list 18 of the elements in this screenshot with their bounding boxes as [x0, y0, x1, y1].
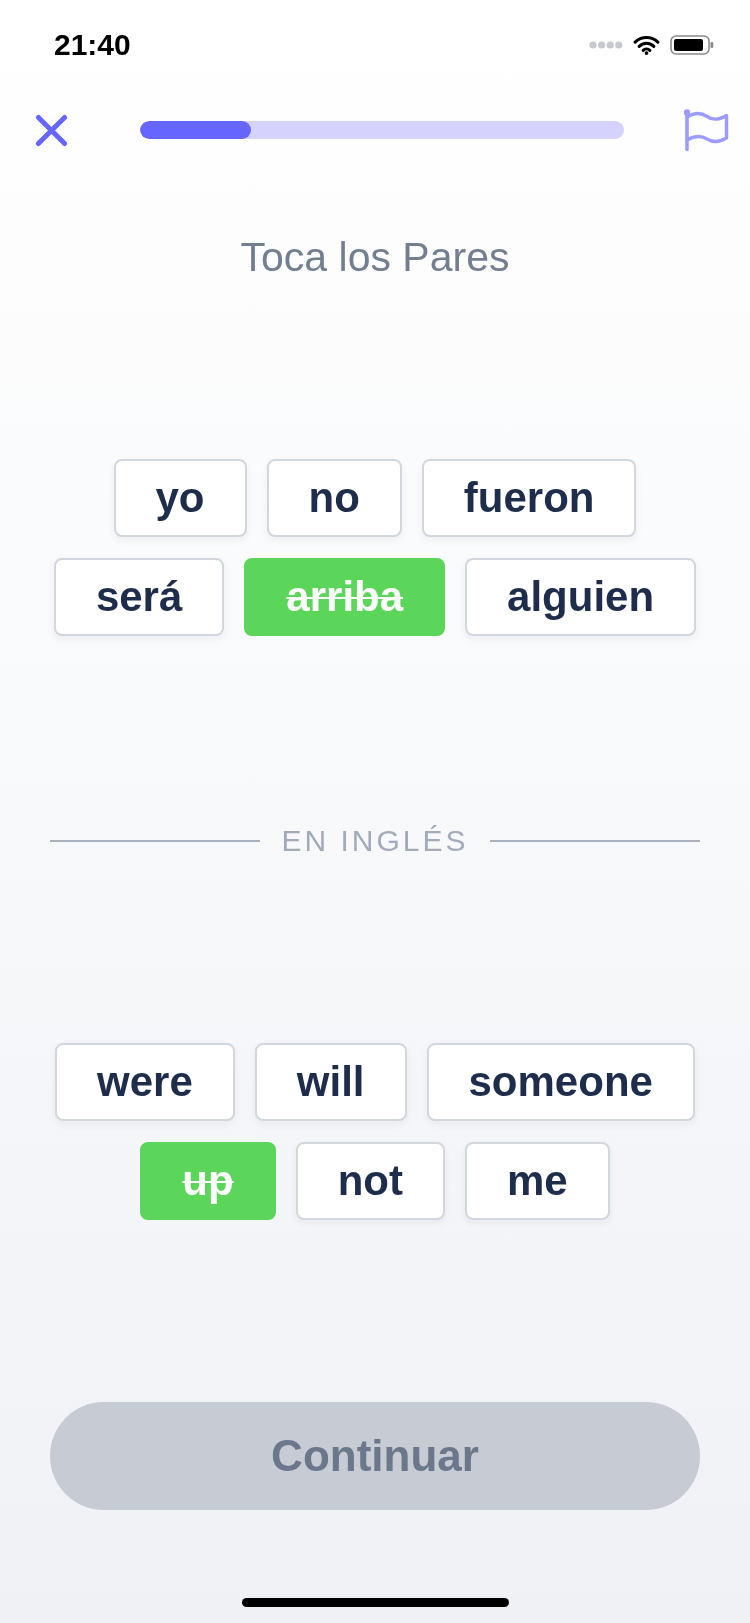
- word-tile[interactable]: me: [464, 1142, 610, 1220]
- close-icon[interactable]: [35, 113, 68, 147]
- wifi-icon: [633, 35, 660, 55]
- word-tile[interactable]: will: [254, 1043, 407, 1121]
- status-time: 21:40: [54, 30, 131, 60]
- word-tile[interactable]: no: [266, 459, 402, 537]
- word-tile[interactable]: yo: [113, 459, 247, 537]
- word-tile[interactable]: fueron: [421, 459, 637, 537]
- divider-label: EN INGLÉS: [281, 826, 469, 856]
- flag-icon[interactable]: [683, 108, 729, 152]
- word-tile[interactable]: someone: [426, 1043, 695, 1121]
- battery-icon: [670, 35, 714, 55]
- word-tile[interactable]: not: [295, 1142, 445, 1220]
- signal-icon: [589, 41, 623, 49]
- word-tile[interactable]: were: [55, 1043, 235, 1121]
- word-tile[interactable]: será: [53, 558, 225, 636]
- word-tile[interactable]: alguien: [465, 558, 697, 636]
- exercise-title: Toca los Pares: [239, 234, 511, 280]
